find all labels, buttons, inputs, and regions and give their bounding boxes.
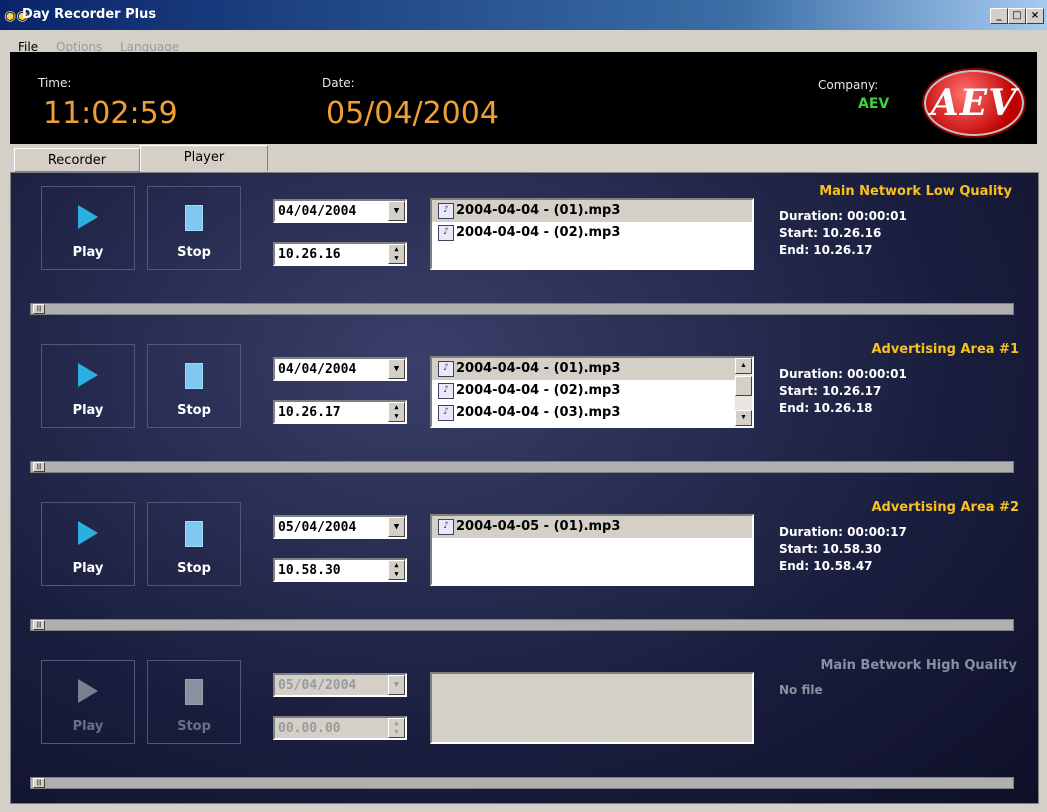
play-button[interactable]: Play: [41, 660, 135, 744]
spinner-arrows-icon[interactable]: ▲ ▼: [388, 718, 405, 738]
list-item[interactable]: ♪ 2004-04-04 - (01).mp3: [432, 200, 752, 222]
play-button[interactable]: Play: [41, 186, 135, 270]
position-slider[interactable]: |||: [30, 461, 1014, 473]
file-list[interactable]: ♪ 2004-04-04 - (01).mp3 ♪ 2004-04-04 - (02…: [430, 198, 754, 270]
slider-thumb[interactable]: |||: [33, 778, 45, 788]
stop-icon: [185, 521, 203, 547]
tab-recorder[interactable]: Recorder: [14, 148, 140, 172]
end-text: End: 10.26.18: [779, 401, 873, 415]
section-title: Main Betwork High Quality: [820, 658, 1017, 673]
stop-icon: [185, 363, 203, 389]
start-text: Start: 10.26.16: [779, 226, 882, 240]
window-title: Day Recorder Plus: [22, 7, 157, 22]
maximize-button[interactable]: □: [1008, 8, 1026, 24]
date-dropdown[interactable]: 04/04/2004 ▼: [273, 199, 407, 223]
audio-file-icon: ♪: [438, 405, 454, 421]
file-list[interactable]: [430, 672, 754, 744]
stop-button[interactable]: Stop: [147, 502, 241, 586]
duration-text: Duration: 00:00:17: [779, 525, 907, 539]
stop-icon: [185, 679, 203, 705]
start-text: Start: 10.26.17: [779, 384, 882, 398]
position-slider[interactable]: |||: [30, 303, 1014, 315]
date-dropdown[interactable]: 04/04/2004 ▼: [273, 357, 407, 381]
date-dropdown[interactable]: 05/04/2004 ▼: [273, 673, 407, 697]
close-button[interactable]: ×: [1026, 8, 1044, 24]
play-button[interactable]: Play: [41, 502, 135, 586]
spinner-arrows-icon[interactable]: ▲ ▼: [388, 244, 405, 264]
time-spinner[interactable]: 10.26.16 ▲ ▼: [273, 242, 407, 266]
slider-thumb[interactable]: |||: [33, 304, 45, 314]
end-text: End: 10.26.17: [779, 243, 873, 257]
duration-text: Duration: 00:00:01: [779, 209, 907, 223]
end-text: End: 10.58.47: [779, 559, 873, 573]
spinner-arrows-icon[interactable]: ▲ ▼: [388, 560, 405, 580]
scroll-down-icon[interactable]: ▼: [735, 410, 752, 426]
position-slider[interactable]: |||: [30, 619, 1014, 631]
audio-file-icon: ♪: [438, 519, 454, 535]
company-logo: AEV: [924, 70, 1024, 136]
stop-button[interactable]: Stop: [147, 186, 241, 270]
logo-text: AEV: [930, 82, 1018, 124]
scroll-thumb[interactable]: [735, 376, 752, 396]
spinner-arrows-icon[interactable]: ▲ ▼: [388, 402, 405, 422]
time-value: 11:02:59: [43, 96, 178, 131]
play-icon: [78, 205, 98, 229]
time-spinner[interactable]: 10.26.17 ▲ ▼: [273, 400, 407, 424]
play-icon: [78, 521, 98, 545]
company-label: Company:: [818, 78, 879, 92]
date-value: 05/04/2004: [326, 96, 499, 131]
no-file-text: No file: [779, 683, 823, 697]
slider-thumb[interactable]: |||: [33, 620, 45, 630]
time-label: Time:: [38, 76, 72, 90]
section-title: Advertising Area #1: [871, 342, 1019, 357]
duration-text: Duration: 00:00:01: [779, 367, 907, 381]
company-value: AEV: [858, 96, 890, 112]
audio-file-icon: ♪: [438, 203, 454, 219]
list-item[interactable]: ♪ 2004-04-05 - (01).mp3: [432, 516, 752, 538]
scroll-up-icon[interactable]: ▲: [735, 358, 752, 374]
position-slider[interactable]: |||: [30, 777, 1014, 789]
audio-file-icon: ♪: [438, 225, 454, 241]
tab-player[interactable]: Player: [140, 145, 268, 171]
audio-file-icon: ♪: [438, 361, 454, 377]
time-spinner[interactable]: 00.00.00 ▲ ▼: [273, 716, 407, 740]
audio-file-icon: ♪: [438, 383, 454, 399]
list-item[interactable]: ♪ 2004-04-04 - (01).mp3: [432, 358, 752, 380]
stop-button[interactable]: Stop: [147, 344, 241, 428]
title-bar: [0, 0, 1047, 30]
chevron-down-icon[interactable]: ▼: [388, 359, 405, 379]
file-list[interactable]: ♪ 2004-04-04 - (01).mp3 ♪ 2004-04-04 - (02…: [430, 356, 754, 428]
list-scrollbar[interactable]: ▲ ▼: [735, 358, 752, 426]
date-dropdown[interactable]: 05/04/2004 ▼: [273, 515, 407, 539]
start-text: Start: 10.58.30: [779, 542, 882, 556]
play-icon: [78, 363, 98, 387]
list-item[interactable]: ♪ 2004-04-04 - (03).mp3: [432, 402, 752, 424]
stop-button[interactable]: Stop: [147, 660, 241, 744]
minimize-button[interactable]: _: [990, 8, 1008, 24]
file-list[interactable]: ♪ 2004-04-05 - (01).mp3: [430, 514, 754, 586]
list-item[interactable]: ♪ 2004-04-04 - (02).mp3: [432, 222, 752, 244]
chevron-down-icon[interactable]: ▼: [388, 675, 405, 695]
chevron-down-icon[interactable]: ▼: [388, 517, 405, 537]
chevron-down-icon[interactable]: ▼: [388, 201, 405, 221]
stop-icon: [185, 205, 203, 231]
list-item[interactable]: ♪ 2004-04-04 - (02).mp3: [432, 380, 752, 402]
date-label: Date:: [322, 76, 355, 90]
play-icon: [78, 679, 98, 703]
slider-thumb[interactable]: |||: [33, 462, 45, 472]
section-title: Advertising Area #2: [871, 500, 1019, 515]
play-button[interactable]: Play: [41, 344, 135, 428]
time-spinner[interactable]: 10.58.30 ▲ ▼: [273, 558, 407, 582]
section-title: Main Network Low Quality: [819, 184, 1012, 199]
